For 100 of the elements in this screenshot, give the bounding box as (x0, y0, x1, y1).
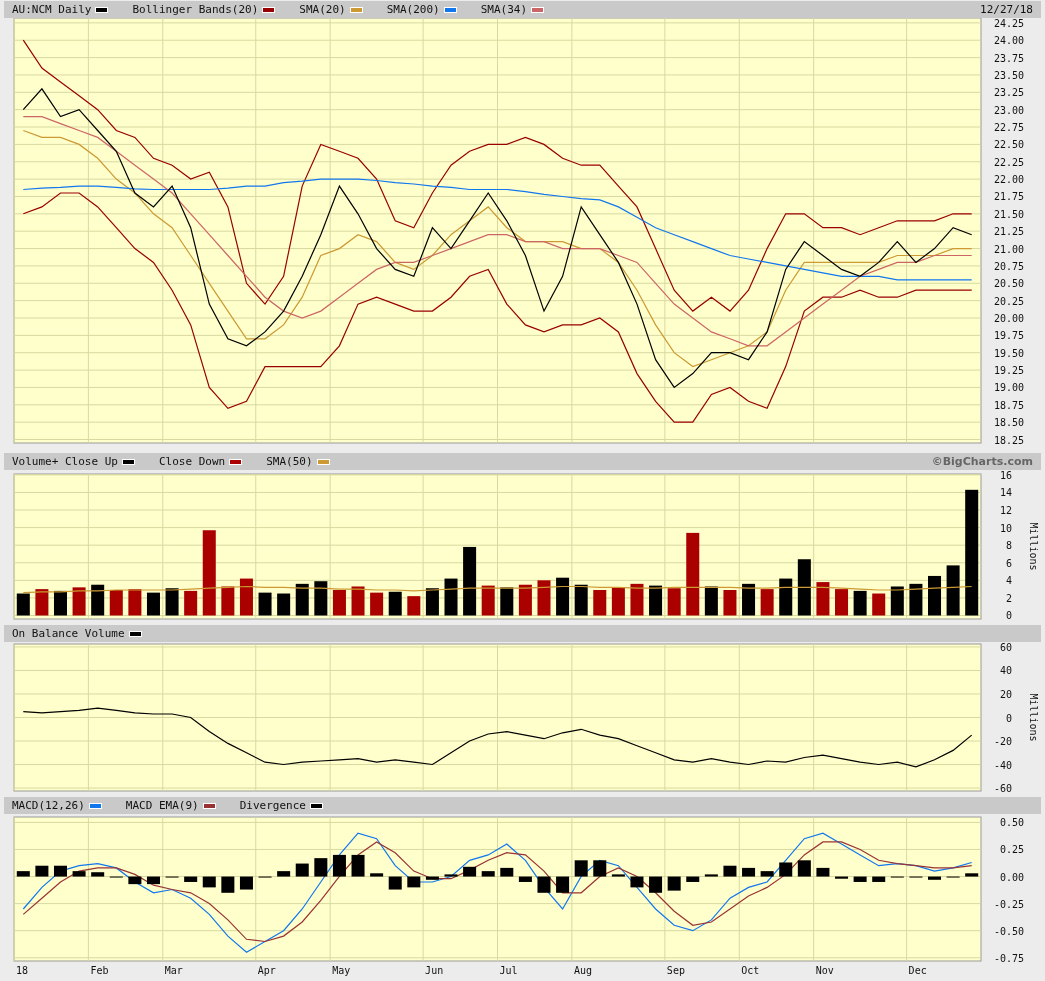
divergence-bar (835, 876, 849, 879)
y-axis-label: 0.00 (999, 871, 1024, 883)
divergence-bar (816, 867, 830, 877)
divergence-bar (16, 871, 30, 877)
y-axis-label: 19.25 (993, 365, 1024, 377)
divergence-bar (128, 876, 142, 885)
divergence-bar (723, 865, 737, 877)
x-axis-label: Jul (499, 965, 518, 976)
volume-bar (128, 589, 142, 616)
y-axis-label: 0.25 (999, 844, 1024, 856)
copyright-text: ©BigCharts.com (931, 455, 1033, 468)
x-axis-label: Dec (908, 965, 927, 976)
divergence-bar (760, 871, 774, 877)
chart-date: 12/27/18 (980, 3, 1033, 16)
divergence-bar (779, 862, 793, 877)
y-axis-label: 24.25 (993, 18, 1024, 29)
divergence-bar (611, 874, 625, 877)
divergence-bar (463, 866, 477, 877)
legend-label: SMA(50) (266, 455, 313, 468)
legend-label: SMA(34) (480, 3, 528, 16)
x-axis-label: Nov (815, 965, 834, 976)
divergence-bar (872, 876, 886, 882)
y-axis-label: 60 (999, 642, 1012, 653)
y-axis-label: -0.50 (993, 925, 1024, 937)
divergence-bar (593, 860, 607, 877)
x-axis-label: Sep (666, 965, 685, 976)
y-axis-label: 21.75 (993, 191, 1024, 203)
volume-bar (500, 587, 514, 616)
divergence-bar (407, 876, 421, 888)
y-axis-label: 22.25 (993, 156, 1024, 168)
divergence-bar (146, 876, 160, 885)
volume-bar (277, 593, 291, 616)
divergence-bar (853, 876, 867, 882)
volume-bar (35, 589, 49, 616)
volume-bar (593, 590, 607, 616)
y-axis-label: 16 (999, 470, 1012, 481)
divergence-bar (72, 871, 86, 877)
y-axis-label: 18.75 (993, 399, 1024, 411)
y-axis-label: 18.50 (993, 417, 1024, 429)
volume-bar (872, 593, 886, 616)
y-axis-label: 22.50 (993, 139, 1024, 151)
y-axis-label: 20 (999, 689, 1012, 700)
divergence-bar (35, 865, 49, 877)
legend-label: AU:NCM Daily (12, 3, 92, 16)
y-axis-label: 22.00 (993, 174, 1024, 186)
divergence-bar (444, 874, 458, 877)
axis-title: Millions (1028, 522, 1039, 571)
y-axis-label: 12 (999, 505, 1012, 517)
y-axis-label: 19.00 (993, 382, 1024, 394)
y-axis-label: 21.50 (993, 208, 1024, 220)
volume-bar (779, 578, 793, 616)
divergence-bar (965, 873, 979, 877)
divergence-bar (630, 876, 644, 888)
y-axis-label: 23.25 (993, 87, 1024, 99)
divergence-bar (704, 874, 718, 877)
y-axis-label: -40 (993, 759, 1012, 771)
y-axis-label: -0.75 (993, 952, 1024, 964)
y-axis-label: 21.25 (993, 226, 1024, 238)
legend-label: MACD EMA(9) (125, 799, 199, 812)
volume-bar (742, 583, 756, 616)
x-axis-label: 18 (16, 965, 29, 976)
volume-bar (556, 577, 570, 616)
y-axis-label: 6 (1005, 557, 1012, 569)
volume-bar (649, 585, 663, 616)
divergence-bar (54, 865, 67, 877)
y-axis-label: 0 (1005, 610, 1012, 622)
volume-bar (370, 592, 384, 616)
y-axis-label: 20.00 (993, 313, 1024, 324)
volume-bar (537, 580, 551, 616)
y-axis-label: 24.00 (993, 35, 1024, 47)
x-axis-label: Feb (90, 965, 109, 976)
volume-bar (835, 589, 849, 616)
y-axis-label: 40 (999, 665, 1012, 677)
legend-label: Bollinger Bands(20) (132, 3, 259, 16)
y-axis-label: -20 (993, 736, 1012, 747)
legend-label: SMA(20) (299, 3, 346, 16)
divergence-bar (481, 871, 495, 877)
volume-bar (221, 586, 235, 616)
divergence-bar (500, 867, 514, 877)
y-axis-label: -60 (993, 783, 1012, 795)
y-axis-label: 23.00 (993, 104, 1024, 116)
volume-bar (463, 546, 477, 616)
x-axis-label: Mar (164, 965, 183, 976)
legend-label: MACD(12,26) (12, 799, 85, 812)
y-axis-label: 8 (1005, 540, 1012, 552)
y-axis-label: 20.75 (993, 260, 1024, 272)
x-axis-label: Aug (573, 965, 592, 976)
volume-bar (816, 582, 830, 616)
legend-label: Divergence (239, 799, 306, 812)
x-axis-label: May (332, 965, 351, 976)
divergence-bar (370, 873, 384, 877)
y-axis-label: 23.75 (993, 52, 1024, 64)
y-axis-label: 2 (1005, 592, 1012, 604)
y-axis-label: 19.50 (993, 347, 1024, 359)
y-axis-label: 22.75 (993, 122, 1024, 134)
volume-bar (928, 575, 941, 616)
divergence-bar (928, 876, 941, 880)
legend-label: Volume+ Close Up (12, 455, 118, 468)
x-axis-label: Apr (257, 965, 276, 976)
x-axis-label: Oct (741, 965, 760, 976)
